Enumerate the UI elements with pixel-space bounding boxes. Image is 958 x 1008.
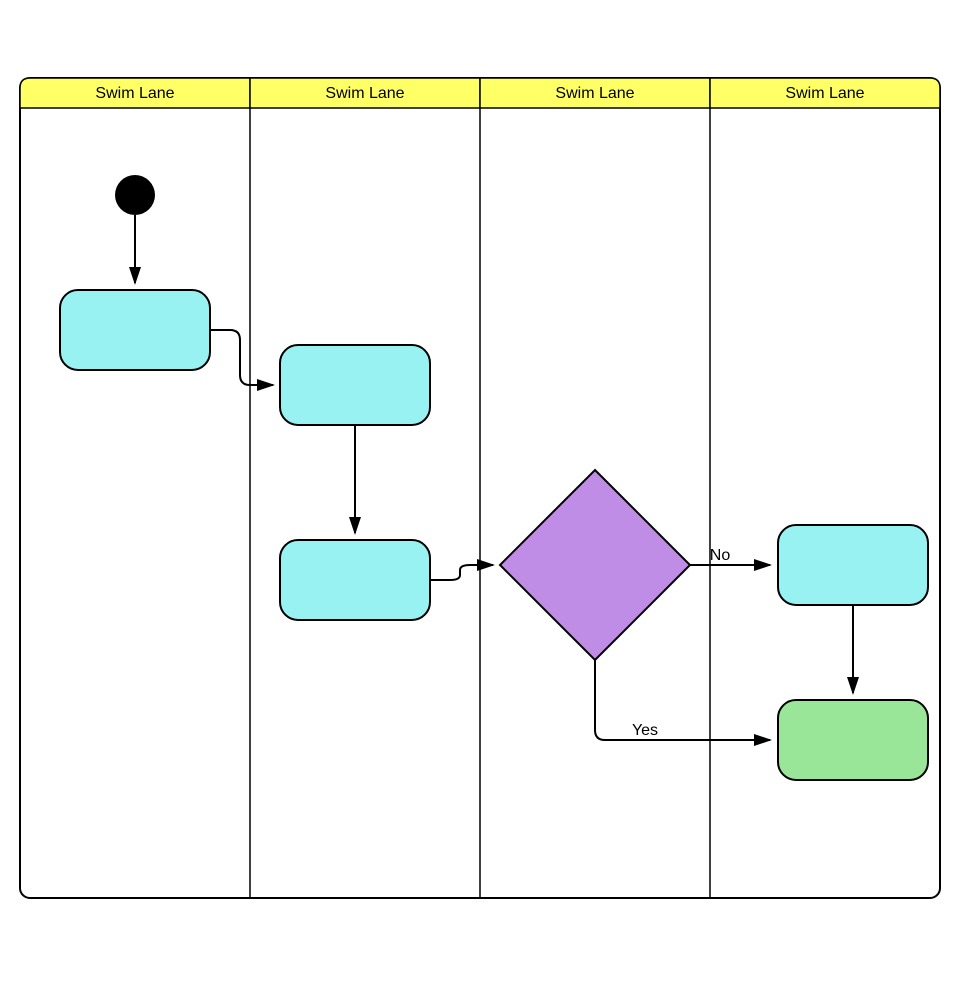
decision-no-label: No	[710, 547, 731, 564]
start-node	[115, 175, 155, 215]
edge-a3-to-decision	[430, 565, 493, 580]
terminal-node	[778, 700, 928, 780]
flowchart-canvas: Swim Lane Swim Lane Swim Lane Swim Lane …	[0, 0, 958, 1008]
lane-label-2: Swim Lane	[325, 85, 404, 102]
decision-node	[500, 470, 690, 660]
lane-headers: Swim Lane Swim Lane Swim Lane Swim Lane	[20, 78, 940, 108]
edge-decision-yes	[595, 660, 770, 740]
activity-4	[778, 525, 928, 605]
activity-2	[280, 345, 430, 425]
edge-a1-to-a2	[210, 330, 273, 385]
lane-label-1: Swim Lane	[95, 85, 174, 102]
lane-label-4: Swim Lane	[785, 85, 864, 102]
decision-yes-label: Yes	[632, 722, 658, 739]
lane-label-3: Swim Lane	[555, 85, 634, 102]
activity-1	[60, 290, 210, 370]
activity-3	[280, 540, 430, 620]
